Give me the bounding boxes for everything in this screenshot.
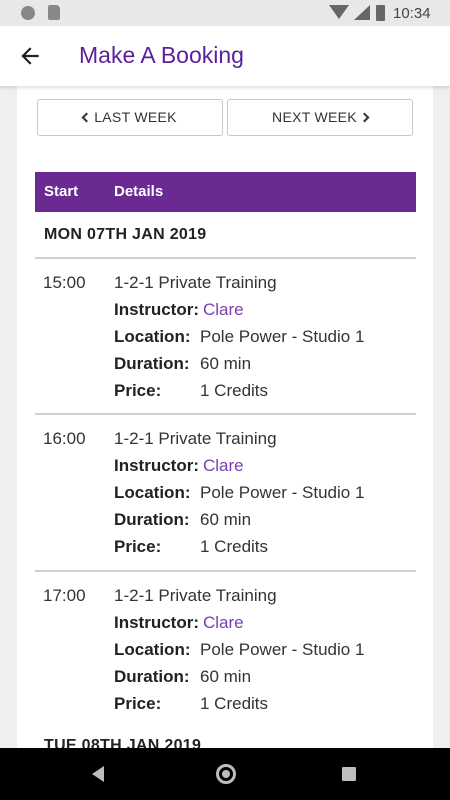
duration-value: 60 min (200, 510, 252, 529)
price-label: Price: (114, 381, 162, 400)
duration-label: Duration: (114, 667, 190, 686)
day-heading: TUE 08TH JAN 2019 (44, 737, 202, 748)
location-value: Pole Power - Studio 1 (200, 640, 365, 659)
price-label: Price: (114, 694, 162, 713)
duration-row: Duration: 60 min (114, 510, 251, 530)
instructor-link[interactable]: Clare (203, 456, 244, 475)
instructor-label: Instructor: (114, 300, 199, 319)
price-row: Price: 1 Credits (114, 537, 268, 557)
session-name: 1-2-1 Private Training (114, 586, 277, 605)
instructor-row: Instructor: Clare (114, 613, 244, 633)
next-week-button[interactable]: NEXT WEEK (227, 99, 413, 136)
table-header: Start Details (35, 172, 416, 212)
instructor-label: Instructor: (114, 456, 199, 475)
notification-dot-icon (21, 6, 35, 20)
booking-card: LAST WEEK NEXT WEEK Start Details MON 07… (17, 86, 433, 748)
session-time: 16:00 (43, 429, 86, 448)
chevron-left-icon (81, 112, 92, 123)
sd-card-icon (48, 5, 60, 20)
location-row: Location: Pole Power - Studio 1 (114, 640, 364, 660)
price-value: 1 Credits (200, 694, 269, 713)
back-arrow-icon[interactable] (17, 43, 43, 69)
location-row: Location: Pole Power - Studio 1 (114, 483, 364, 503)
price-value: 1 Credits (200, 537, 269, 556)
day-heading: MON 07TH JAN 2019 (44, 226, 207, 243)
location-label: Location: (114, 483, 191, 502)
instructor-row: Instructor: Clare (114, 456, 244, 476)
main-content[interactable]: LAST WEEK NEXT WEEK Start Details MON 07… (0, 86, 450, 748)
column-header-details: Details (114, 183, 164, 200)
session-row[interactable]: 17:00 1-2-1 Private Training Instructor:… (35, 572, 416, 728)
instructor-row: Instructor: Clare (114, 300, 244, 320)
instructor-link[interactable]: Clare (203, 613, 244, 632)
battery-icon (376, 5, 385, 21)
next-week-label: NEXT WEEK (272, 109, 357, 125)
chevron-right-icon (359, 112, 370, 123)
instructor-link[interactable]: Clare (203, 300, 244, 319)
session-name: 1-2-1 Private Training (114, 273, 277, 292)
location-value: Pole Power - Studio 1 (200, 327, 365, 346)
session-row[interactable]: 15:00 1-2-1 Private Training Instructor:… (35, 259, 416, 415)
price-row: Price: 1 Credits (114, 694, 268, 714)
location-label: Location: (114, 640, 191, 659)
app-bar: Make A Booking (0, 26, 450, 86)
page-title: Make A Booking (79, 42, 244, 68)
last-week-label: LAST WEEK (94, 109, 177, 125)
duration-label: Duration: (114, 510, 190, 529)
duration-value: 60 min (200, 354, 252, 373)
nav-back-icon[interactable] (92, 766, 104, 782)
last-week-button[interactable]: LAST WEEK (37, 99, 223, 136)
duration-value: 60 min (200, 667, 252, 686)
price-value: 1 Credits (200, 381, 269, 400)
session-row[interactable]: 16:00 1-2-1 Private Training Instructor:… (35, 415, 416, 571)
instructor-label: Instructor: (114, 613, 199, 632)
column-header-start: Start (44, 183, 79, 200)
wifi-icon (329, 5, 349, 19)
session-time: 15:00 (43, 273, 86, 292)
location-label: Location: (114, 327, 191, 346)
system-nav-bar (0, 748, 450, 800)
location-row: Location: Pole Power - Studio 1 (114, 327, 364, 347)
status-time: 10:34 (393, 5, 431, 22)
duration-row: Duration: 60 min (114, 667, 251, 687)
duration-row: Duration: 60 min (114, 354, 251, 374)
status-bar: 10:34 (0, 0, 450, 26)
duration-label: Duration: (114, 354, 190, 373)
nav-recents-icon[interactable] (342, 767, 356, 781)
cell-signal-icon (354, 5, 370, 20)
price-label: Price: (114, 537, 162, 556)
location-value: Pole Power - Studio 1 (200, 483, 365, 502)
nav-home-icon[interactable] (216, 764, 236, 784)
session-time: 17:00 (43, 586, 86, 605)
session-name: 1-2-1 Private Training (114, 429, 277, 448)
price-row: Price: 1 Credits (114, 381, 268, 401)
